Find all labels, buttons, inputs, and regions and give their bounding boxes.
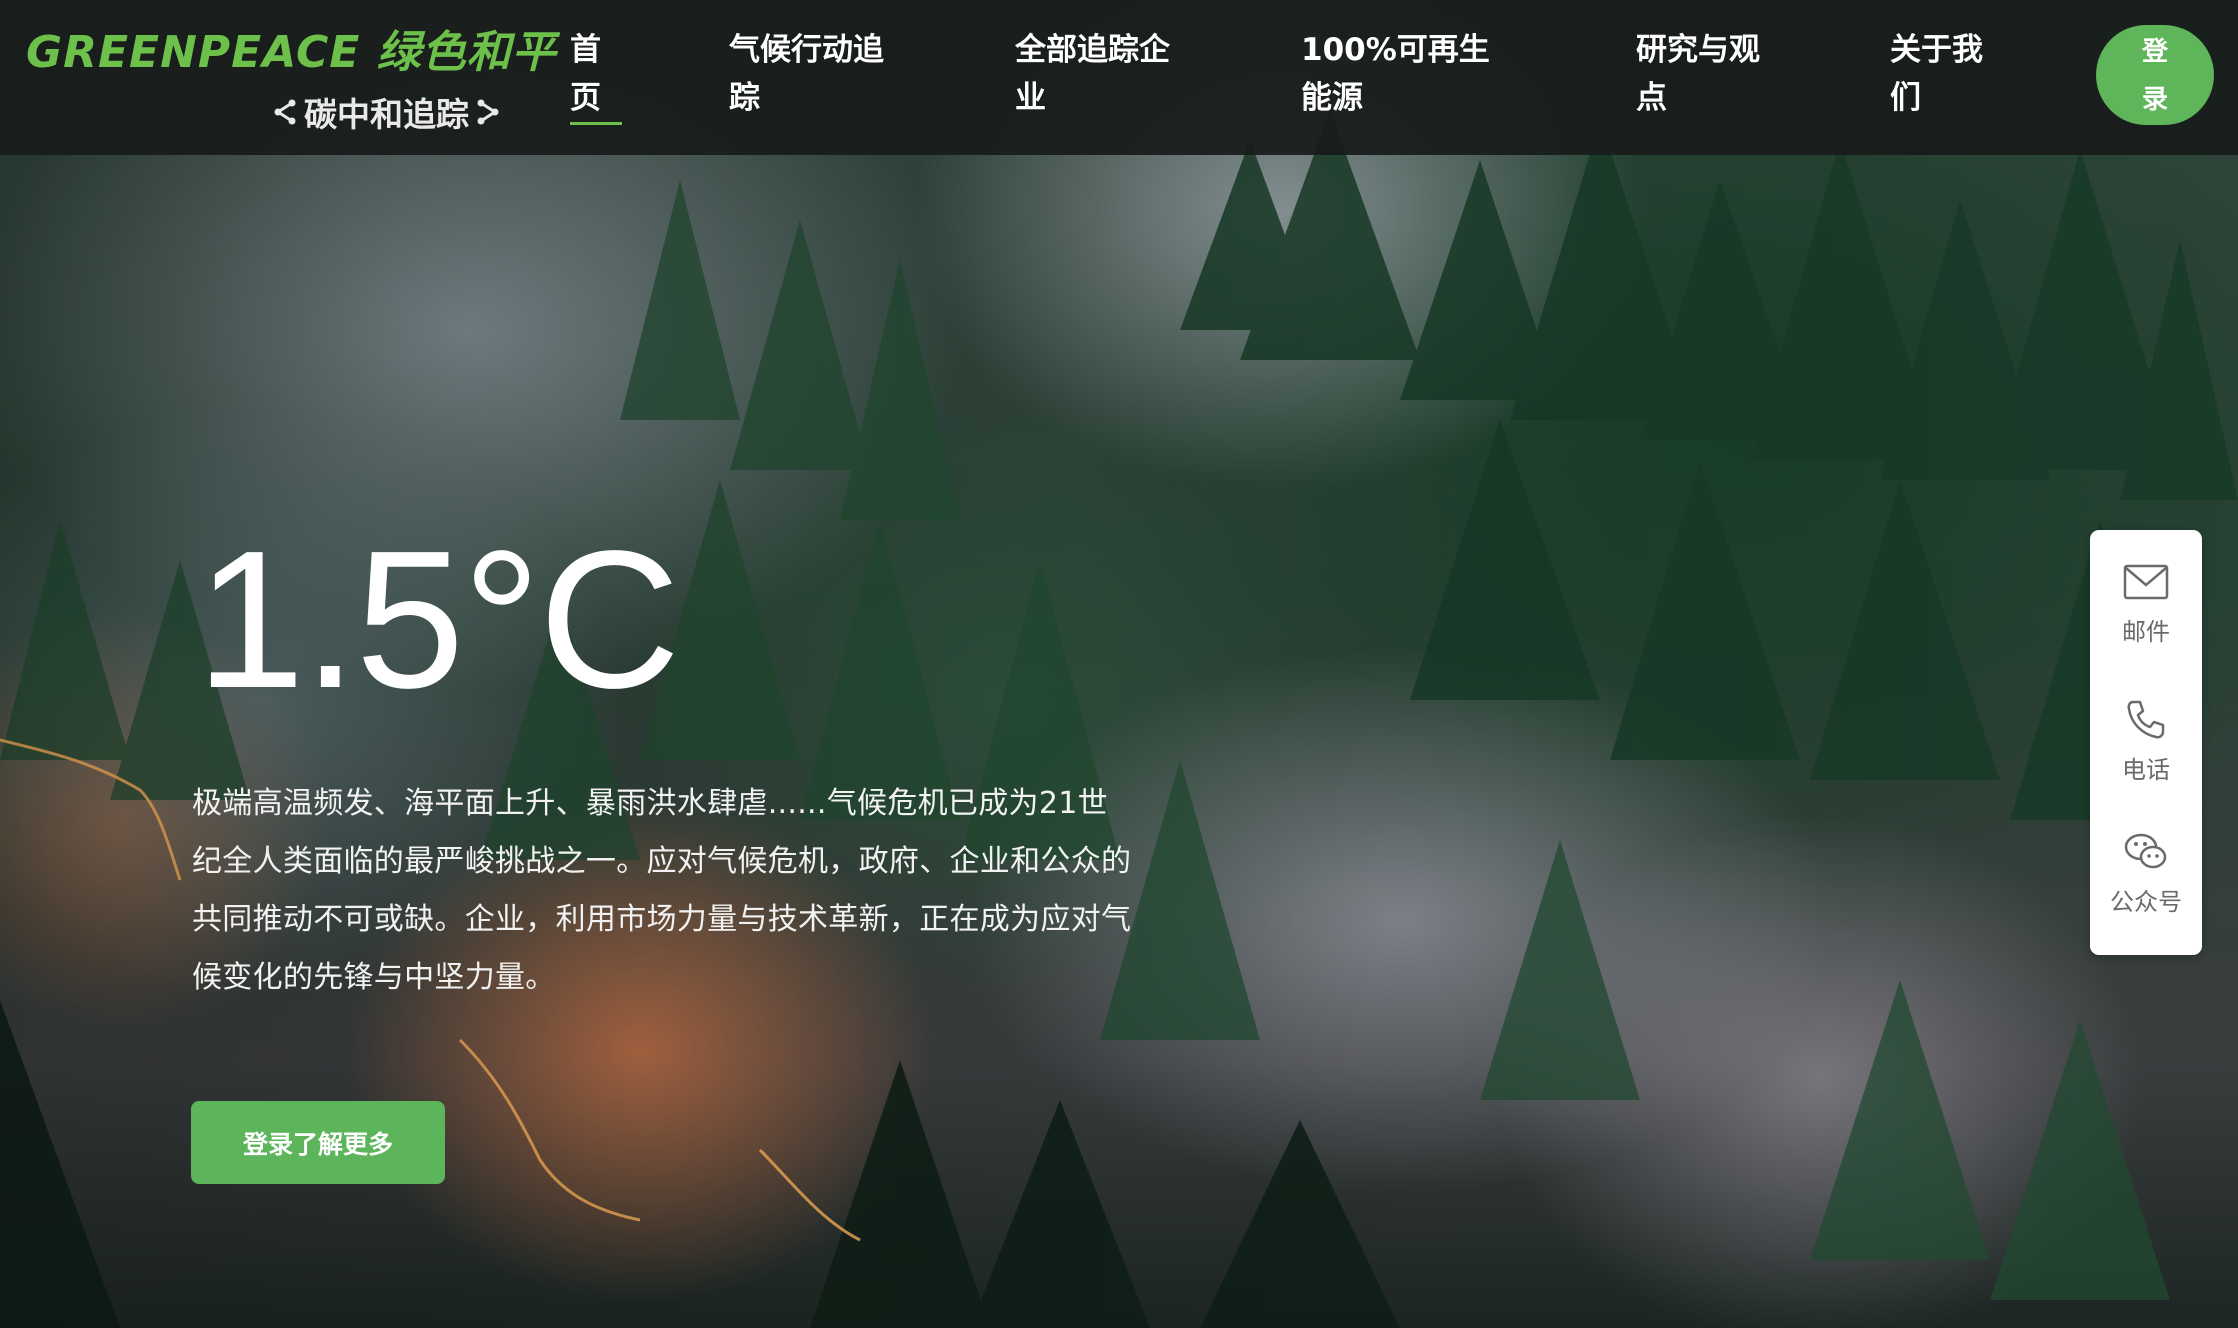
nav-item-research-insights[interactable]: 研究与观点 bbox=[1636, 26, 1776, 122]
greenpeace-logo[interactable]: GREENPEACE 绿色和平 碳中和追踪 bbox=[26, 16, 556, 136]
mail-icon bbox=[2123, 564, 2169, 600]
login-button[interactable]: 登录 bbox=[2096, 25, 2214, 125]
nav-item-about-us[interactable]: 关于我们 bbox=[1890, 26, 2000, 122]
nav-item-all-tracked-companies[interactable]: 全部追踪企业 bbox=[1015, 26, 1185, 122]
share-left-icon bbox=[274, 99, 296, 125]
hero-description: 极端高温频发、海平面上升、暴雨洪水肆虐......气候危机已成为21世纪全人类面… bbox=[192, 786, 1132, 995]
wechat-icon bbox=[2124, 833, 2167, 869]
contact-wechat-label: 公众号 bbox=[2110, 888, 2182, 916]
contact-phone-label: 电话 bbox=[2122, 756, 2170, 784]
share-right-icon bbox=[477, 99, 499, 125]
logo-subtitle-text: 碳中和追踪 bbox=[304, 95, 469, 134]
login-learn-more-button[interactable]: 登录了解更多 bbox=[191, 1101, 445, 1184]
contact-phone[interactable]: 电话 bbox=[2090, 698, 2202, 818]
contact-mail-label: 邮件 bbox=[2122, 618, 2170, 646]
phone-icon bbox=[2127, 700, 2165, 739]
nav-item-climate-action-tracking[interactable]: 气候行动追踪 bbox=[729, 26, 899, 122]
contact-wechat[interactable]: 公众号 bbox=[2090, 830, 2202, 950]
hero-headline: 1.5°C bbox=[196, 510, 680, 729]
nav-item-home[interactable]: 首页 bbox=[570, 26, 622, 125]
logo-subtitle: 碳中和追踪 bbox=[272, 88, 501, 136]
top-navigation-bar: GREENPEACE 绿色和平 碳中和追踪 首页 气候行动追踪 全部追踪企业 1… bbox=[0, 0, 2238, 155]
logo-wordmark: GREENPEACE 绿色和平 bbox=[26, 27, 557, 78]
nav-item-renewable-energy[interactable]: 100%可再生能源 bbox=[1301, 26, 1501, 122]
contact-side-panel: 邮件 电话 公众号 bbox=[2090, 530, 2202, 955]
contact-mail[interactable]: 邮件 bbox=[2090, 560, 2202, 680]
